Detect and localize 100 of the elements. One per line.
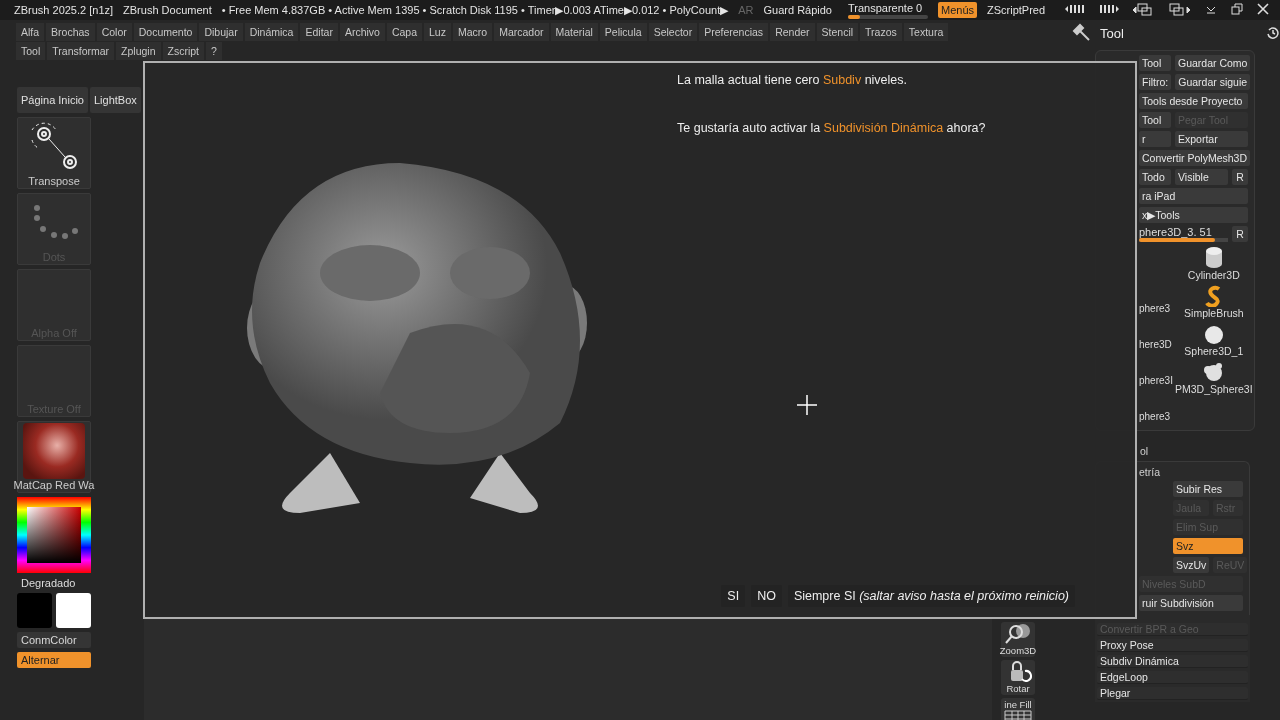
zscript-button[interactable]: ZScriptPred (987, 4, 1046, 16)
tool-button[interactable]: Guardar siguie (1175, 74, 1251, 90)
menu-item[interactable]: Textura (903, 23, 949, 41)
menu-item[interactable]: Luz (424, 23, 451, 41)
menu-item[interactable]: Capa (386, 23, 422, 41)
action-button[interactable]: Proxy Pose (1097, 639, 1248, 652)
geometry-button[interactable]: ruir Subdivisión (1139, 595, 1243, 611)
menu-item[interactable]: Macro (452, 23, 493, 41)
action-button[interactable]: EdgeLoop (1097, 671, 1248, 684)
menu-item[interactable]: Brochas (46, 23, 95, 41)
dialog-button[interactable]: Siempre SI (saltar aviso hasta el próximo reinicio) (787, 585, 1075, 607)
dialog-button[interactable]: NO (751, 585, 782, 607)
view-tool-button[interactable]: Rotar (1001, 660, 1035, 695)
tool-button[interactable]: Convertir PolyMesh3D (1139, 150, 1251, 166)
section-header[interactable]: etría (1139, 466, 1160, 478)
nav-button[interactable]: LightBox (90, 87, 141, 113)
tool-button[interactable]: Exportar (1175, 131, 1248, 147)
menu-item[interactable]: Stencil (816, 23, 859, 41)
tool-tile[interactable]: Transpose (17, 117, 91, 189)
geometry-button[interactable]: Svz (1173, 538, 1243, 554)
close-icon[interactable] (1257, 3, 1270, 15)
memory-stats: • Free Mem 4.837GB • Active Mem 1395 • Scratch Disk 1195 • Timer▶0.003 ATime▶0.012 • PolyCount▶ (221, 3, 729, 17)
dialog-button[interactable]: SI (721, 585, 746, 607)
ar-label: AR (738, 4, 754, 16)
reset-icon[interactable] (1266, 26, 1280, 40)
tool-button[interactable]: Guardar Como (1175, 55, 1251, 71)
tool-thumbnail-label[interactable]: phere3I (1139, 375, 1171, 386)
transparency-label: Transparente 0 (848, 1, 924, 14)
menu-item[interactable]: ? (206, 42, 222, 60)
nav-button[interactable]: Página Inicio (17, 87, 88, 113)
tool-button[interactable]: Filtro: (1139, 74, 1172, 90)
transparency-slider[interactable] (848, 14, 928, 19)
menu-item[interactable]: Dibujar (199, 23, 243, 41)
quick-save-button[interactable]: Guard Rápido (763, 4, 832, 16)
menu-item[interactable]: Selector (648, 23, 698, 41)
action-button[interactable]: Subdiv Dinámica (1097, 655, 1248, 668)
panel-title: Tool (1100, 25, 1125, 41)
menu-item[interactable]: Archivo (339, 23, 385, 41)
alternate-button[interactable]: Alternar (17, 652, 91, 668)
menu-item[interactable]: Pelicula (599, 23, 647, 41)
menu-item[interactable]: Render (770, 23, 815, 41)
tool-thumbnail-label[interactable]: here3D (1139, 339, 1171, 350)
menu-item[interactable]: Zplugin (116, 42, 161, 60)
tool-button[interactable]: ra iPad (1139, 188, 1248, 204)
view-tool-button[interactable]: Zoom3D (1001, 622, 1035, 657)
tool-thumbnail-label: SimpleBrush (1184, 307, 1244, 319)
menu-item[interactable]: Zscript (162, 42, 204, 60)
tool-button[interactable]: Tool (1139, 112, 1171, 128)
color-picker[interactable] (17, 497, 91, 573)
tool-slider[interactable] (1139, 238, 1228, 242)
tool-label: Zoom3D (999, 645, 1037, 656)
tool-button[interactable]: x▶Tools (1139, 207, 1248, 223)
menu-item[interactable]: Documento (133, 23, 198, 41)
tool-thumbnail[interactable]: Sphere3D_1 (1184, 321, 1244, 357)
tool-button[interactable]: Todo (1139, 169, 1171, 185)
tool-button[interactable]: r (1139, 131, 1171, 147)
dialog-message: La malla actual tiene cero Subdiv niveles. (677, 73, 908, 87)
menu-item[interactable]: Marcador (494, 23, 549, 41)
menu-item[interactable]: Color (96, 23, 132, 41)
bars-left-icon[interactable] (1065, 3, 1086, 15)
view-tool-button[interactable]: ine Fill (1001, 698, 1035, 720)
lumpy-sphere-icon (1202, 361, 1225, 383)
primary-color-swatch[interactable] (17, 593, 52, 628)
tool-thumbnail-label[interactable]: phere3 (1139, 303, 1171, 314)
tool-label: Rotar (1006, 683, 1030, 694)
menu-item[interactable]: Editar (300, 23, 338, 41)
menu-item[interactable]: Dinámica (244, 23, 299, 41)
bars-right-icon[interactable] (1099, 3, 1120, 15)
tool-thumbnail[interactable]: SimpleBrush (1184, 283, 1244, 319)
tool-thumbnail[interactable]: Cylinder3D (1187, 245, 1240, 281)
restore-icon[interactable] (1231, 3, 1244, 15)
menus-button[interactable]: Menús (938, 2, 978, 18)
app-title: ZBrush 2025.2 [n1z] (14, 4, 114, 16)
hammer-icon (1072, 23, 1092, 43)
tool-button[interactable]: Tool (1139, 55, 1171, 71)
menu-item[interactable]: Material (550, 23, 598, 41)
geometry-button[interactable]: SvzUv (1173, 557, 1210, 573)
menu-item[interactable]: Transformar (47, 42, 115, 60)
menu-item[interactable]: Alfa (16, 23, 45, 41)
menu-item[interactable]: Trazos (860, 23, 902, 41)
menu-item[interactable]: Tool (16, 42, 46, 60)
menu-item[interactable]: Preferencias (699, 23, 769, 41)
action-button[interactable]: Plegar (1097, 687, 1248, 700)
section-header[interactable]: ol (1140, 445, 1149, 457)
tool-thumbnail-label: Cylinder3D (1187, 269, 1240, 281)
color-mode-button[interactable]: ConmColor (17, 632, 91, 648)
tool-button[interactable]: R (1232, 169, 1248, 185)
sphere-icon (1203, 325, 1224, 345)
geometry-button[interactable]: Subir Res (1173, 481, 1243, 497)
stacked-windows-icon[interactable] (1169, 3, 1192, 17)
crosshair-cursor-icon (797, 395, 817, 415)
tool-button[interactable]: Tools desde Proyecto (1139, 93, 1248, 109)
reset-button[interactable]: R (1232, 226, 1248, 242)
tool-button[interactable]: Visible (1175, 169, 1228, 185)
tool-thumbnail-label[interactable]: phere3 (1139, 411, 1171, 422)
magnifier-icon (1003, 623, 1033, 645)
gradient-label: Degradado (20, 577, 77, 589)
tool-slider-label: phere3D_3. 51 (1139, 226, 1213, 238)
secondary-color-swatch[interactable] (56, 593, 91, 628)
tool-thumbnail[interactable]: PM3D_Sphere3I (1175, 359, 1253, 395)
